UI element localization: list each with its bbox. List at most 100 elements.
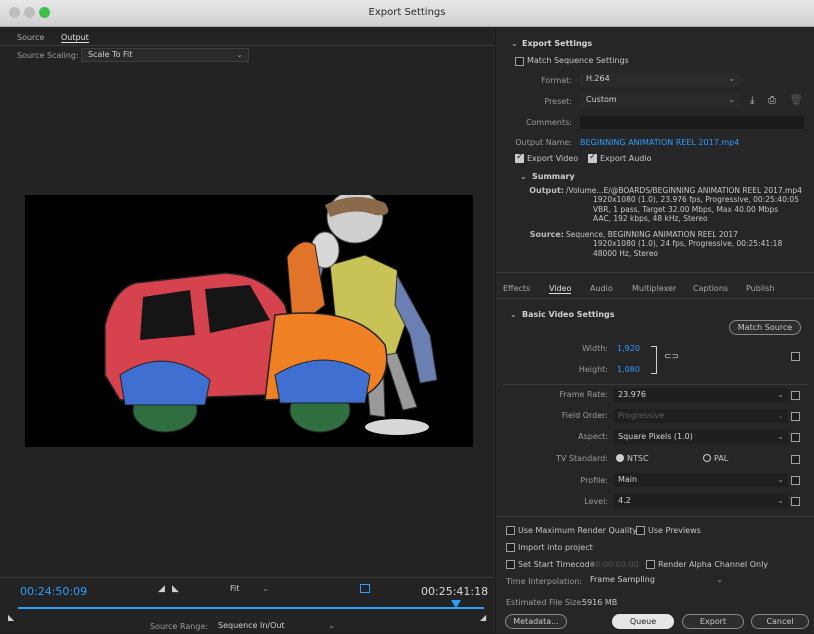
match-sequence-checkbox[interactable] bbox=[515, 57, 524, 66]
export-audio-label: Export Audio bbox=[600, 154, 652, 163]
collapse-chevron-icon[interactable]: ⌄ bbox=[520, 172, 527, 181]
import-project-checkbox[interactable] bbox=[506, 543, 515, 552]
timeline-bar[interactable] bbox=[18, 607, 484, 609]
out-point-handle[interactable]: ◢ bbox=[480, 613, 486, 622]
chevron-down-icon: ⌄ bbox=[728, 95, 735, 104]
timecode-out[interactable]: 00:25:41:18 bbox=[421, 585, 488, 598]
file-size-value: 5916 MB bbox=[582, 598, 618, 607]
profile-dropdown[interactable]: Main ⌄ bbox=[614, 473, 788, 487]
field-order-dropdown[interactable]: Progressive ⌄ bbox=[614, 409, 788, 423]
mark-out-icon[interactable]: ◣ bbox=[172, 584, 179, 594]
tab-video[interactable]: Video bbox=[549, 284, 572, 294]
profile-label: Profile: bbox=[580, 476, 608, 485]
tv-standard-checkbox[interactable] bbox=[791, 455, 800, 464]
in-point-handle[interactable]: ◣ bbox=[8, 613, 14, 622]
height-value[interactable]: 1,080 bbox=[617, 365, 640, 374]
summary-source-line: 48000 Hz, Stereo bbox=[593, 248, 659, 258]
ntsc-label: NTSC bbox=[627, 454, 649, 463]
summary-source-text: Sequence, BEGINNING ANIMATION REEL 2017 … bbox=[566, 230, 812, 258]
collapse-chevron-icon[interactable]: ⌄ bbox=[510, 310, 517, 319]
summary-output-line: /Volume...E/@BOARDS/BEGINNING ANIMATION … bbox=[566, 186, 802, 195]
format-value: H.264 bbox=[586, 74, 610, 83]
start-timecode-value[interactable]: 00:00:00:00 bbox=[590, 560, 639, 569]
ntsc-radio[interactable] bbox=[616, 454, 624, 462]
profile-checkbox[interactable] bbox=[791, 476, 800, 485]
field-order-value: Progressive bbox=[618, 411, 665, 420]
chevron-down-icon: ⌄ bbox=[328, 621, 335, 630]
title-bar: Export Settings bbox=[0, 0, 814, 27]
summary-header: Summary bbox=[532, 172, 575, 181]
match-source-button[interactable]: Match Source bbox=[729, 320, 801, 335]
tab-multiplexer[interactable]: Multiplexer bbox=[632, 284, 676, 293]
preset-dropdown[interactable]: Custom ⌄ bbox=[580, 94, 740, 108]
height-label: Height: bbox=[578, 365, 608, 374]
export-button[interactable]: Export bbox=[682, 614, 744, 629]
timecode-in[interactable]: 00:24:50:09 bbox=[20, 585, 87, 598]
delete-preset-icon[interactable]: 🗑 bbox=[790, 95, 803, 106]
frame-rate-dropdown[interactable]: 23.976 ⌄ bbox=[614, 388, 788, 402]
source-range-label: Source Range: bbox=[150, 622, 209, 631]
source-range-dropdown[interactable]: Sequence In/Out ⌄ bbox=[212, 620, 340, 634]
chevron-down-icon: ⌄ bbox=[777, 496, 784, 505]
aspect-dropdown[interactable]: Square Pixels (1.0) ⌄ bbox=[614, 430, 788, 444]
cancel-button[interactable]: Cancel bbox=[751, 614, 809, 629]
summary-output-line: AAC, 192 kbps, 48 kHz, Stereo bbox=[593, 213, 708, 223]
output-name-link[interactable]: BEGINNING ANIMATION REEL 2017.mp4 bbox=[580, 138, 739, 147]
export-video-label: Export Video bbox=[527, 154, 579, 163]
aspect-ratio-icon[interactable] bbox=[360, 584, 370, 593]
mark-in-icon[interactable]: ◢ bbox=[158, 584, 165, 594]
max-render-quality-checkbox[interactable] bbox=[506, 526, 515, 535]
format-dropdown[interactable]: H.264 ⌄ bbox=[580, 73, 740, 87]
queue-button[interactable]: Queue bbox=[612, 614, 674, 629]
width-label: Width: bbox=[582, 344, 608, 353]
render-alpha-label: Render Alpha Channel Only bbox=[658, 560, 769, 569]
playhead-handle[interactable] bbox=[451, 600, 462, 608]
time-interpolation-label: Time Interpolation: bbox=[506, 577, 583, 586]
level-value: 4.2 bbox=[618, 496, 631, 505]
set-start-timecode-checkbox[interactable] bbox=[506, 560, 515, 569]
video-preview bbox=[25, 190, 473, 447]
aspect-value: Square Pixels (1.0) bbox=[618, 432, 693, 441]
link-icon[interactable]: ⊂⊃ bbox=[664, 352, 679, 362]
chevron-down-icon: ⌄ bbox=[777, 390, 784, 399]
divider bbox=[0, 45, 495, 46]
metadata-button[interactable]: Metadata... bbox=[505, 614, 567, 629]
aspect-checkbox[interactable] bbox=[791, 433, 800, 442]
tab-captions[interactable]: Captions bbox=[693, 284, 728, 293]
save-preset-icon[interactable]: ⤓ bbox=[750, 95, 754, 106]
import-preset-icon[interactable]: ⎙ bbox=[768, 95, 776, 106]
export-audio-checkbox[interactable] bbox=[588, 152, 597, 163]
basic-video-header: Basic Video Settings bbox=[522, 310, 615, 319]
summary-source-label: Source: bbox=[529, 230, 564, 239]
field-order-checkbox[interactable] bbox=[791, 412, 800, 421]
width-height-override-checkbox[interactable] bbox=[791, 352, 800, 361]
tab-output[interactable]: Output bbox=[61, 33, 89, 43]
tv-standard-label: TV Standard: bbox=[556, 454, 608, 463]
render-alpha-checkbox[interactable] bbox=[646, 560, 655, 569]
output-name-label: Output Name: bbox=[515, 138, 572, 147]
export-video-checkbox[interactable] bbox=[515, 152, 524, 163]
tab-publish[interactable]: Publish bbox=[746, 284, 775, 293]
animation-frame-illustration bbox=[104, 190, 438, 435]
profile-value: Main bbox=[618, 475, 638, 484]
summary-output-text: /Volume...E/@BOARDS/BEGINNING ANIMATION … bbox=[566, 186, 812, 223]
match-sequence-label: Match Sequence Settings bbox=[527, 56, 629, 65]
collapse-chevron-icon[interactable]: ⌄ bbox=[511, 39, 518, 48]
use-previews-checkbox[interactable] bbox=[636, 526, 645, 535]
level-dropdown[interactable]: 4.2 ⌄ bbox=[614, 494, 788, 508]
max-render-quality-label: Use Maximum Render Quality bbox=[518, 526, 638, 535]
source-scaling-dropdown[interactable]: Scale To Fit ⌄ bbox=[81, 48, 249, 62]
zoom-fit-dropdown[interactable]: Fit ⌄ bbox=[224, 583, 274, 597]
pal-radio[interactable] bbox=[703, 454, 711, 462]
frame-rate-label: Frame Rate: bbox=[559, 390, 608, 399]
frame-rate-checkbox[interactable] bbox=[791, 391, 800, 400]
tab-effects[interactable]: Effects bbox=[503, 284, 530, 293]
width-value[interactable]: 1,920 bbox=[617, 344, 640, 353]
level-checkbox[interactable] bbox=[791, 497, 800, 506]
divider bbox=[496, 298, 814, 299]
tab-source[interactable]: Source bbox=[17, 33, 44, 42]
comments-input[interactable] bbox=[580, 116, 804, 129]
tab-audio[interactable]: Audio bbox=[590, 284, 613, 293]
preset-label: Preset: bbox=[544, 97, 572, 106]
time-interpolation-dropdown[interactable]: Frame Sampling ⌄ bbox=[584, 574, 728, 588]
